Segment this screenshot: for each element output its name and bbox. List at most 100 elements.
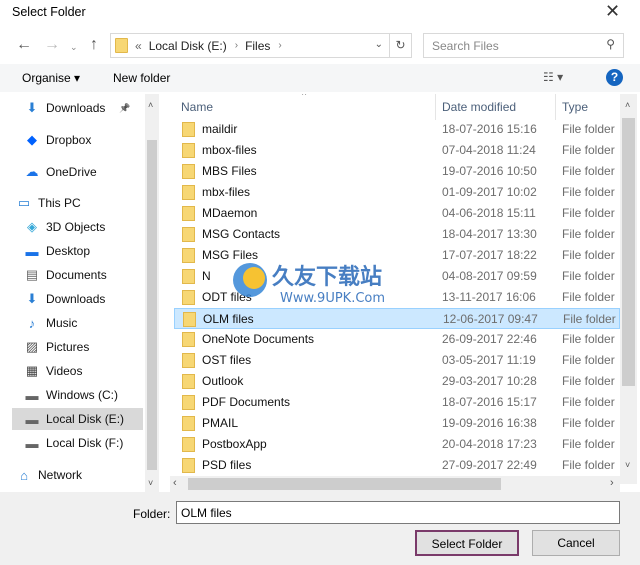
forward-button[interactable]: →: [44, 36, 60, 54]
download-icon: ⬇: [26, 291, 38, 306]
file-type: File folder: [562, 458, 615, 472]
date-modified: 19-09-2016 16:38: [442, 416, 537, 430]
computer-icon: ▭: [17, 195, 31, 210]
breadcrumb-overflow[interactable]: «: [135, 39, 142, 53]
sidebar-item-label: Downloads: [46, 292, 106, 306]
breadcrumb-local-disk[interactable]: Local Disk (E:): [149, 39, 227, 53]
date-modified: 18-07-2016 15:17: [442, 395, 537, 409]
select-folder-button[interactable]: Select Folder: [415, 530, 519, 556]
file-row[interactable]: MDaemon 04-06-2018 15:11 File folder: [174, 203, 620, 224]
file-row[interactable]: MBS Files 19-07-2016 10:50 File folder: [174, 161, 620, 182]
file-row[interactable]: mbx-files 01-09-2017 10:02 File folder: [174, 182, 620, 203]
close-button[interactable]: ✕: [605, 1, 620, 22]
sidebar-item[interactable]: ◈ 3D Objects: [12, 216, 143, 238]
file-row[interactable]: N 04-08-2017 09:59 File folder: [174, 266, 620, 287]
sidebar-item[interactable]: ♪ Music: [12, 312, 143, 334]
sidebar-item-label: Desktop: [46, 244, 91, 258]
horizontal-scroll-thumb[interactable]: [188, 478, 501, 490]
search-input[interactable]: Search Files ⚲: [423, 33, 624, 58]
date-modified: 13-11-2017 16:06: [442, 290, 536, 304]
file-row[interactable]: maildir 18-07-2016 15:16 File folder: [174, 119, 620, 140]
file-row[interactable]: mbox-files 07-04-2018 11:24 File folder: [174, 140, 620, 161]
sidebar-item[interactable]: ▭ This PC: [12, 192, 143, 214]
sidebar-item[interactable]: ▬ Local Disk (F:): [12, 432, 143, 454]
scroll-left-arrow[interactable]: ‹: [173, 477, 177, 489]
file-row[interactable]: MSG Contacts 18-04-2017 13:30 File folder: [174, 224, 620, 245]
sidebar-item-label: 3D Objects: [46, 220, 106, 234]
date-modified: 04-08-2017 09:59: [442, 269, 537, 283]
file-row[interactable]: MSG Files 17-07-2017 18:22 File folder: [174, 245, 620, 266]
date-modified: 18-04-2017 13:30: [442, 227, 537, 241]
sidebar-item-label: Documents: [46, 268, 107, 282]
folder-input[interactable]: OLM files: [176, 501, 620, 524]
file-row[interactable]: PDF Documents 18-07-2016 15:17 File folder: [174, 392, 620, 413]
folder-icon: [182, 395, 195, 410]
scroll-up-arrow[interactable]: ˄: [625, 100, 630, 110]
help-icon[interactable]: ?: [606, 69, 623, 86]
sidebar-item[interactable]: ▬ Local Disk (E:): [12, 408, 143, 430]
column-header-type[interactable]: Type: [562, 100, 588, 114]
sidebar-item-label: This PC: [38, 196, 81, 210]
column-header-date[interactable]: Date modified: [442, 100, 516, 114]
sidebar-item[interactable]: ▤ Documents: [12, 264, 143, 286]
file-row[interactable]: OneNote Documents 26-09-2017 22:46 File fo…: [174, 329, 620, 350]
chevron-right-icon[interactable]: ›: [235, 40, 238, 51]
breadcrumb-files[interactable]: Files: [245, 39, 270, 53]
list-scroll-thumb[interactable]: [622, 118, 635, 386]
file-row[interactable]: OST files 03-05-2017 11:19 File folder: [174, 350, 620, 371]
pin-icon[interactable]: 📌: [119, 103, 130, 114]
sidebar-item[interactable]: ▨ Pictures: [12, 336, 143, 358]
cancel-button[interactable]: Cancel: [532, 530, 620, 556]
folder-icon: [182, 143, 195, 158]
recent-dropdown[interactable]: ⌄: [70, 42, 78, 53]
scroll-up-arrow[interactable]: ˄: [148, 100, 153, 110]
sidebar-item[interactable]: ☁ OneDrive: [12, 161, 143, 183]
new-folder-button[interactable]: New folder: [113, 71, 170, 85]
refresh-icon[interactable]: ↻: [389, 34, 411, 57]
scroll-down-arrow[interactable]: ˅: [148, 478, 153, 488]
sidebar-item-label: Local Disk (F:): [46, 436, 124, 450]
folder-icon: [182, 227, 195, 242]
file-row[interactable]: PMAIL 19-09-2016 16:38 File folder: [174, 413, 620, 434]
file-name: PostboxApp: [202, 437, 267, 451]
column-divider[interactable]: [435, 94, 436, 120]
chevron-down-icon[interactable]: ⌄: [375, 39, 383, 50]
file-row[interactable]: Outlook 29-03-2017 10:28 File folder: [174, 371, 620, 392]
sidebar-item[interactable]: ▬ Desktop: [12, 240, 143, 262]
folder-icon: [182, 437, 195, 452]
sidebar-item[interactable]: ⌂ Network: [12, 464, 143, 486]
back-button[interactable]: ←: [16, 36, 32, 54]
folder-icon: [182, 332, 195, 347]
scroll-down-arrow[interactable]: ˅: [625, 460, 630, 470]
up-button[interactable]: ↑: [90, 36, 98, 54]
sidebar-item[interactable]: ⬇ Downloads 📌: [12, 97, 143, 119]
window-title: Select Folder: [12, 5, 86, 19]
sidebar-item[interactable]: ▬ Windows (C:): [12, 384, 143, 406]
column-divider[interactable]: [555, 94, 556, 120]
sidebar-item-label: Local Disk (E:): [46, 412, 125, 426]
desktop-icon: ▬: [25, 243, 39, 259]
date-modified: 29-03-2017 10:28: [442, 374, 537, 388]
sidebar-scroll-thumb[interactable]: [147, 140, 157, 470]
dropbox-icon: ◆: [27, 132, 37, 147]
date-modified: 04-06-2018 15:11: [442, 206, 536, 220]
address-bar[interactable]: « Local Disk (E:) › Files › ⌄ ↻: [110, 33, 412, 58]
scroll-right-arrow[interactable]: ›: [610, 477, 614, 489]
column-header-name[interactable]: Name: [181, 100, 213, 114]
file-type: File folder: [562, 227, 615, 241]
search-icon[interactable]: ⚲: [606, 37, 615, 51]
chevron-right-icon[interactable]: ›: [278, 40, 281, 51]
sidebar-item-label: Downloads: [46, 101, 106, 115]
view-options-button[interactable]: ☷ ▾: [543, 70, 563, 84]
sidebar-item[interactable]: ◆ Dropbox: [12, 129, 143, 151]
sidebar-item[interactable]: ⬇ Downloads: [12, 288, 143, 310]
organise-button[interactable]: Organise ▾: [22, 71, 80, 85]
file-row[interactable]: OLM files 12-06-2017 09:47 File folder: [174, 308, 620, 329]
file-row[interactable]: PSD files 27-09-2017 22:49 File folder: [174, 455, 620, 474]
file-row[interactable]: ODT files 13-11-2017 16:06 File folder: [174, 287, 620, 308]
file-name: N: [202, 269, 211, 283]
file-type: File folder: [562, 185, 615, 199]
sidebar-item[interactable]: ▦ Videos: [12, 360, 143, 382]
search-placeholder: Search Files: [432, 39, 499, 53]
file-row[interactable]: PostboxApp 20-04-2018 17:23 File folder: [174, 434, 620, 455]
